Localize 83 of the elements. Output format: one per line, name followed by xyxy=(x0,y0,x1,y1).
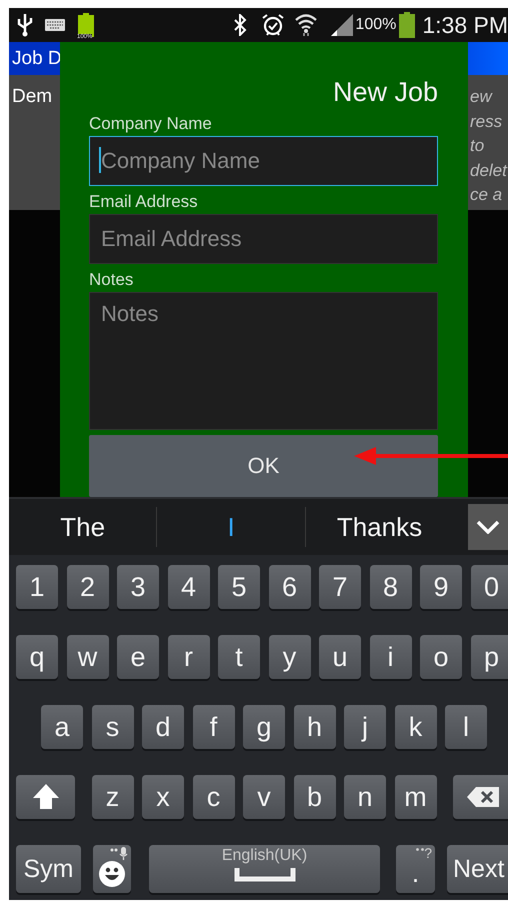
shift-key[interactable] xyxy=(16,775,75,819)
key[interactable]: 8 xyxy=(370,565,412,609)
key[interactable]: h xyxy=(294,705,336,749)
key[interactable]: j xyxy=(344,705,386,749)
key[interactable]: x xyxy=(142,775,184,819)
key[interactable]: d xyxy=(142,705,184,749)
key[interactable]: 2 xyxy=(66,565,108,609)
key[interactable]: u xyxy=(319,635,361,679)
note-text: delet xyxy=(470,160,508,182)
key[interactable]: b xyxy=(294,775,336,819)
key[interactable]: s xyxy=(92,705,134,749)
key[interactable]: 3 xyxy=(117,565,159,609)
key[interactable]: 4 xyxy=(168,565,210,609)
keyboard-icon xyxy=(45,19,65,31)
key[interactable]: r xyxy=(168,635,210,679)
note-text: ew xyxy=(470,86,494,108)
key[interactable]: 0 xyxy=(470,565,508,609)
next-key[interactable]: Next xyxy=(447,845,508,893)
backspace-key[interactable] xyxy=(453,775,508,819)
input-field[interactable]: Email Address xyxy=(89,214,438,264)
field-label: Company Name xyxy=(89,114,212,134)
key[interactable]: 5 xyxy=(218,565,260,609)
input-field[interactable]: Company Name xyxy=(89,136,438,186)
dots-icon xyxy=(416,848,424,851)
key-label: . xyxy=(412,858,420,888)
key[interactable]: y xyxy=(268,635,310,679)
microphone-icon xyxy=(110,847,128,861)
note-text: ce a xyxy=(470,184,504,206)
key[interactable]: z xyxy=(92,775,134,819)
suggestion-word[interactable]: The xyxy=(9,507,158,547)
backspace-icon xyxy=(466,786,500,808)
chevron-down-icon xyxy=(476,520,500,534)
app-title: Job D xyxy=(12,48,62,70)
key[interactable]: p xyxy=(470,635,508,679)
space-key[interactable]: English(UK) xyxy=(149,845,380,893)
key[interactable]: e xyxy=(117,635,159,679)
key[interactable]: w xyxy=(66,635,108,679)
signal-icon xyxy=(331,14,354,36)
note-text: to xyxy=(470,135,486,157)
smiley-icon xyxy=(98,860,126,888)
key[interactable]: i xyxy=(370,635,412,679)
key-caption: English(UK) xyxy=(222,847,308,865)
dialog-title: New Job xyxy=(332,76,438,108)
key[interactable]: n xyxy=(344,775,386,819)
key[interactable]: f xyxy=(192,705,234,749)
note-text: ress xyxy=(470,110,504,132)
symbols-key[interactable]: Sym xyxy=(16,845,81,893)
key[interactable]: l xyxy=(445,705,487,749)
suggestion-word[interactable]: I xyxy=(157,507,306,547)
field-label: Email Address xyxy=(89,192,198,212)
ok-button[interactable]: OK xyxy=(89,435,438,497)
battery-icon xyxy=(77,12,95,38)
bluetooth-icon xyxy=(233,14,248,36)
wifi-icon xyxy=(295,13,318,37)
key[interactable]: k xyxy=(394,705,436,749)
text-cursor xyxy=(99,147,101,173)
period-key[interactable]: . ? xyxy=(396,845,435,893)
key[interactable]: v xyxy=(243,775,285,819)
battery-percent: 100% xyxy=(355,16,396,34)
emoji-key[interactable] xyxy=(93,845,131,893)
key[interactable]: g xyxy=(243,705,285,749)
key[interactable]: 7 xyxy=(319,565,361,609)
key[interactable]: c xyxy=(192,775,234,819)
key[interactable]: 9 xyxy=(420,565,462,609)
key[interactable]: 1 xyxy=(16,565,58,609)
suggestion-word[interactable]: Thanks xyxy=(306,507,454,547)
usb-icon xyxy=(17,13,33,37)
expand-suggestions-button[interactable] xyxy=(468,504,508,550)
clock-time: 1:38 PM xyxy=(422,12,508,38)
alarm-icon xyxy=(261,13,286,37)
field-label: Notes xyxy=(89,270,134,290)
key[interactable]: o xyxy=(420,635,462,679)
battery-icon xyxy=(399,12,416,38)
key[interactable]: 6 xyxy=(268,565,310,609)
key[interactable]: a xyxy=(41,705,83,749)
key[interactable]: m xyxy=(394,775,436,819)
notes-field[interactable]: Notes xyxy=(89,292,438,430)
list-item-text[interactable]: Dem xyxy=(12,86,52,108)
key[interactable]: q xyxy=(16,635,58,679)
shift-icon xyxy=(30,782,60,812)
key[interactable]: t xyxy=(218,635,260,679)
space-bar-icon xyxy=(234,868,296,882)
key-hint: ? xyxy=(424,845,432,861)
